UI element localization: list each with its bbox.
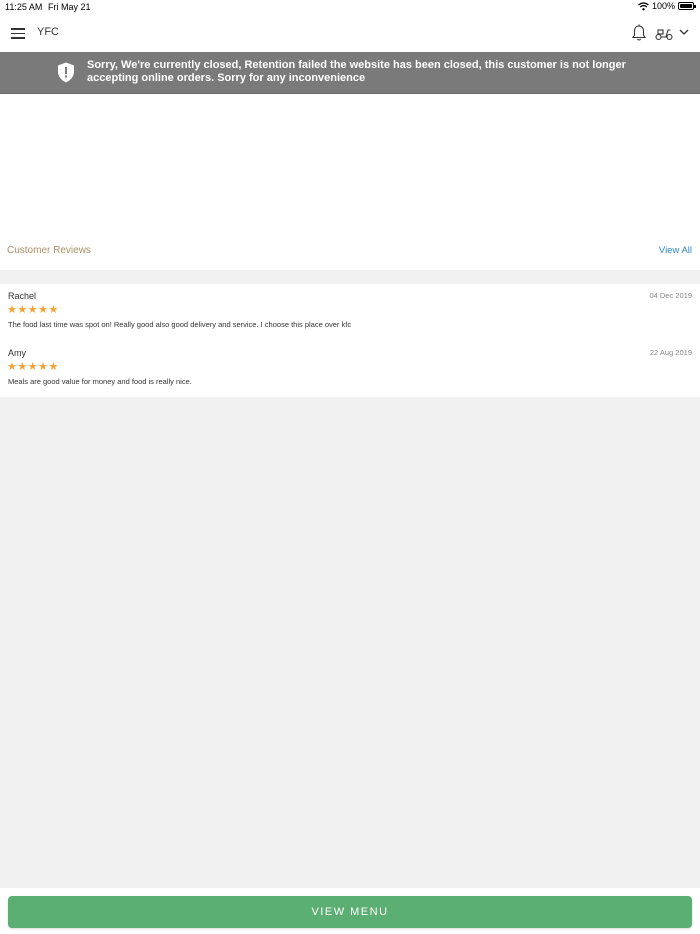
app-header: YFC [0, 14, 700, 52]
bottom-bar: VIEW MENU [0, 888, 700, 934]
menu-icon[interactable] [11, 27, 25, 39]
review-author: Rachel [8, 291, 37, 301]
status-right: 100% [638, 1, 696, 11]
view-menu-button[interactable]: VIEW MENU [8, 896, 692, 928]
review-item: Rachel 04 Dec 2019 ★★★★★ The food last t… [0, 284, 700, 339]
battery-percent: 100% [651, 1, 675, 11]
reviews-list: Rachel 04 Dec 2019 ★★★★★ The food last t… [0, 284, 700, 397]
closed-message: Sorry, We're currently closed, Retention… [87, 59, 626, 84]
review-date: 04 Dec 2019 [649, 291, 692, 300]
status-bar: 11:25 AM Fri May 21 100% [0, 0, 700, 14]
closed-banner: Sorry, We're currently closed, Retention… [0, 52, 700, 94]
star-rating: ★★★★★ [7, 361, 59, 373]
review-author: Amy [8, 348, 26, 358]
bell-icon[interactable] [631, 24, 647, 42]
battery-icon [678, 2, 696, 10]
review-date: 22 Aug 2019 [649, 348, 692, 357]
reviews-title: Customer Reviews [7, 245, 91, 256]
view-all-link[interactable]: View All [659, 245, 692, 256]
star-rating: ★★★★★ [7, 304, 59, 316]
page-title: YFC [37, 26, 59, 38]
wifi-icon [638, 1, 649, 10]
review-text: Meals are good value for money and food … [8, 377, 192, 386]
status-date: Fri May 21 [48, 2, 91, 12]
status-time: 11:25 AM [5, 2, 43, 12]
content-area: Customer Reviews View All [0, 94, 700, 270]
scooter-icon[interactable] [655, 25, 673, 41]
review-item: Amy 22 Aug 2019 ★★★★★ Meals are good val… [0, 341, 700, 396]
chevron-down-icon[interactable] [678, 26, 690, 38]
review-text: The food last time was spot on! Really g… [8, 320, 352, 329]
shield-alert-icon [58, 62, 74, 83]
